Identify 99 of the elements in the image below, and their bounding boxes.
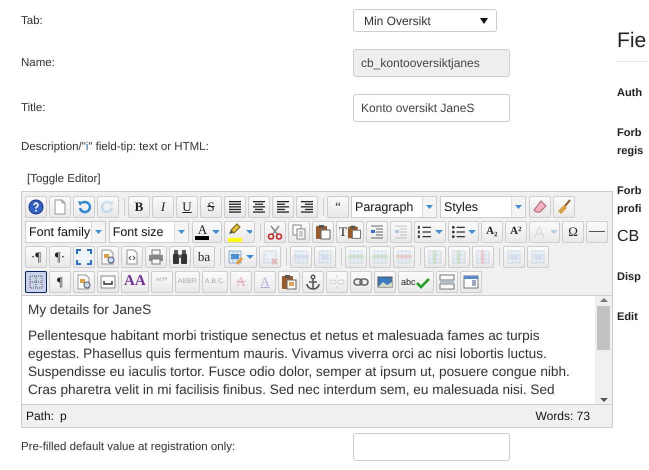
clipboard-icon (346, 224, 362, 240)
table-icon (451, 248, 467, 264)
copy-icon (290, 224, 307, 240)
path-link[interactable]: p (60, 409, 67, 423)
clipboard-icon (280, 274, 297, 290)
description-label: Description/"i" field-tip: text or HTML: (21, 141, 210, 153)
scissors-icon (266, 224, 283, 240)
horizontal-rule-icon (589, 231, 606, 232)
toolbar-dropdown[interactable]: Font size (108, 220, 190, 242)
printer-icon (148, 248, 164, 264)
broken-link-icon (328, 274, 345, 290)
table-icon (317, 248, 333, 264)
eraser-icon (532, 198, 548, 214)
setting-label: Edit (617, 310, 639, 325)
field-label: Title: (21, 102, 46, 114)
setting-label: Forb profi (617, 184, 642, 217)
caret-icon (426, 204, 433, 208)
window-icon (463, 274, 480, 290)
table-icon (348, 248, 364, 264)
align-left-icon (275, 198, 291, 214)
toolbar-button[interactable]: A₂ (480, 220, 503, 242)
toolbar-button[interactable]: U (176, 196, 198, 218)
field-label: Name: (21, 57, 56, 69)
scroll-down-icon (600, 396, 608, 404)
default-value-field[interactable] (353, 433, 510, 461)
toolbar-button[interactable]: B (128, 196, 150, 218)
table-icon (396, 248, 412, 264)
info-link[interactable]: i (86, 141, 88, 153)
help-icon (28, 198, 44, 214)
caret-icon (178, 230, 186, 234)
caret-icon (94, 230, 102, 234)
clipboard-icon (314, 224, 331, 240)
toolbar-button[interactable]: “ (327, 196, 349, 218)
table-icon (530, 248, 546, 264)
editor-paragraph: Pellentesque habitant morbi tristique senectus et netus et malesuada fames ac turpis egestas. Phasellus quis fermentum mauris. Vivamus viverra orci ac nisi lobortis luctus. Suspendisse eu iaculis tortor. Fusce odio dolor, semper at ipsum ut, posuere congue nibh. Cras pharetra velit in mi facilisis finibus. Sed nec interdum sem, eu malesuada nisi. Sed (28, 327, 571, 399)
table-icon (227, 248, 243, 264)
section-title: CB (617, 228, 640, 246)
toolbar-button[interactable] (25, 270, 47, 292)
toolbar-button[interactable]: ba (193, 246, 215, 268)
field-label: Pre-filled default value at registration only: (21, 441, 236, 453)
bullet-list-icon (450, 224, 466, 240)
toolbar-dropdown[interactable]: Paragraph (351, 196, 437, 218)
align-right-icon (299, 198, 315, 214)
setting-label: Auth (617, 86, 644, 101)
numbered-list-icon (417, 224, 432, 240)
toolbar-button[interactable]: T (336, 220, 364, 242)
outdent-icon (393, 224, 410, 240)
scroll-thumb[interactable] (597, 306, 610, 350)
align-center-icon (251, 198, 267, 214)
toolbar-button[interactable]: S (200, 196, 222, 218)
anchor-icon (304, 274, 321, 290)
fullscreen-icon (76, 248, 92, 264)
editor-heading: My details for JaneS (28, 301, 152, 319)
page-break-icon (439, 274, 456, 290)
code-page-icon (124, 248, 140, 264)
align-justify-icon (227, 198, 243, 214)
table-icon (475, 248, 491, 264)
toolbar-button[interactable]: abc (398, 270, 434, 292)
toolbar-button[interactable]: Ω (562, 220, 584, 242)
toolbar-button[interactable]: ¶· (49, 246, 71, 268)
binoculars-icon (172, 248, 188, 264)
indent-icon (369, 224, 386, 240)
toolbar-button[interactable]: ¶ (49, 270, 71, 292)
caret-icon (480, 18, 488, 24)
page-icon (52, 198, 68, 214)
setting-label: Disp (617, 270, 642, 285)
toolbar-dropdown[interactable]: Styles (440, 196, 526, 218)
toolbar-button[interactable]: A (192, 220, 222, 242)
table-icon (293, 248, 309, 264)
page-magnifier-icon (100, 248, 116, 264)
toolbar-button[interactable]: ·¶ (25, 246, 47, 268)
field-label: Tab: (21, 14, 44, 26)
table-icon (372, 248, 388, 264)
table-icon (262, 248, 278, 264)
title-field[interactable]: Konto oversikt JaneS (353, 94, 510, 122)
scrollbar[interactable] (595, 296, 612, 404)
toolbar-dropdown[interactable]: Font family (25, 220, 106, 242)
image-icon (376, 274, 393, 290)
caret-icon (515, 204, 522, 208)
scroll-up-icon (600, 296, 608, 304)
space-icon (100, 274, 116, 290)
toggle-editor-link[interactable]: [Toggle Editor] (27, 173, 101, 185)
path-label: Path: (26, 409, 54, 423)
broom-icon (556, 198, 572, 214)
toolbar-button[interactable]: AA (121, 270, 149, 292)
toolbar-button[interactable]: A² (504, 220, 527, 242)
toolbar-button[interactable]: I (152, 196, 174, 218)
table-icon (506, 248, 522, 264)
name-field[interactable]: cb_kontooversiktjanes (353, 49, 510, 77)
tab-dropdown[interactable]: Min Oversikt (353, 9, 497, 32)
setting-label: Forb regis (617, 126, 644, 159)
table-icon (427, 248, 443, 264)
panel-heading: Fie (617, 29, 649, 62)
word-count: Words: 73 (536, 409, 590, 423)
undo-icon (76, 198, 92, 214)
dotted-grid-icon (28, 274, 44, 290)
page-magnifier-icon (76, 274, 92, 290)
font-style-icon (532, 224, 547, 240)
redo-icon (100, 198, 116, 214)
